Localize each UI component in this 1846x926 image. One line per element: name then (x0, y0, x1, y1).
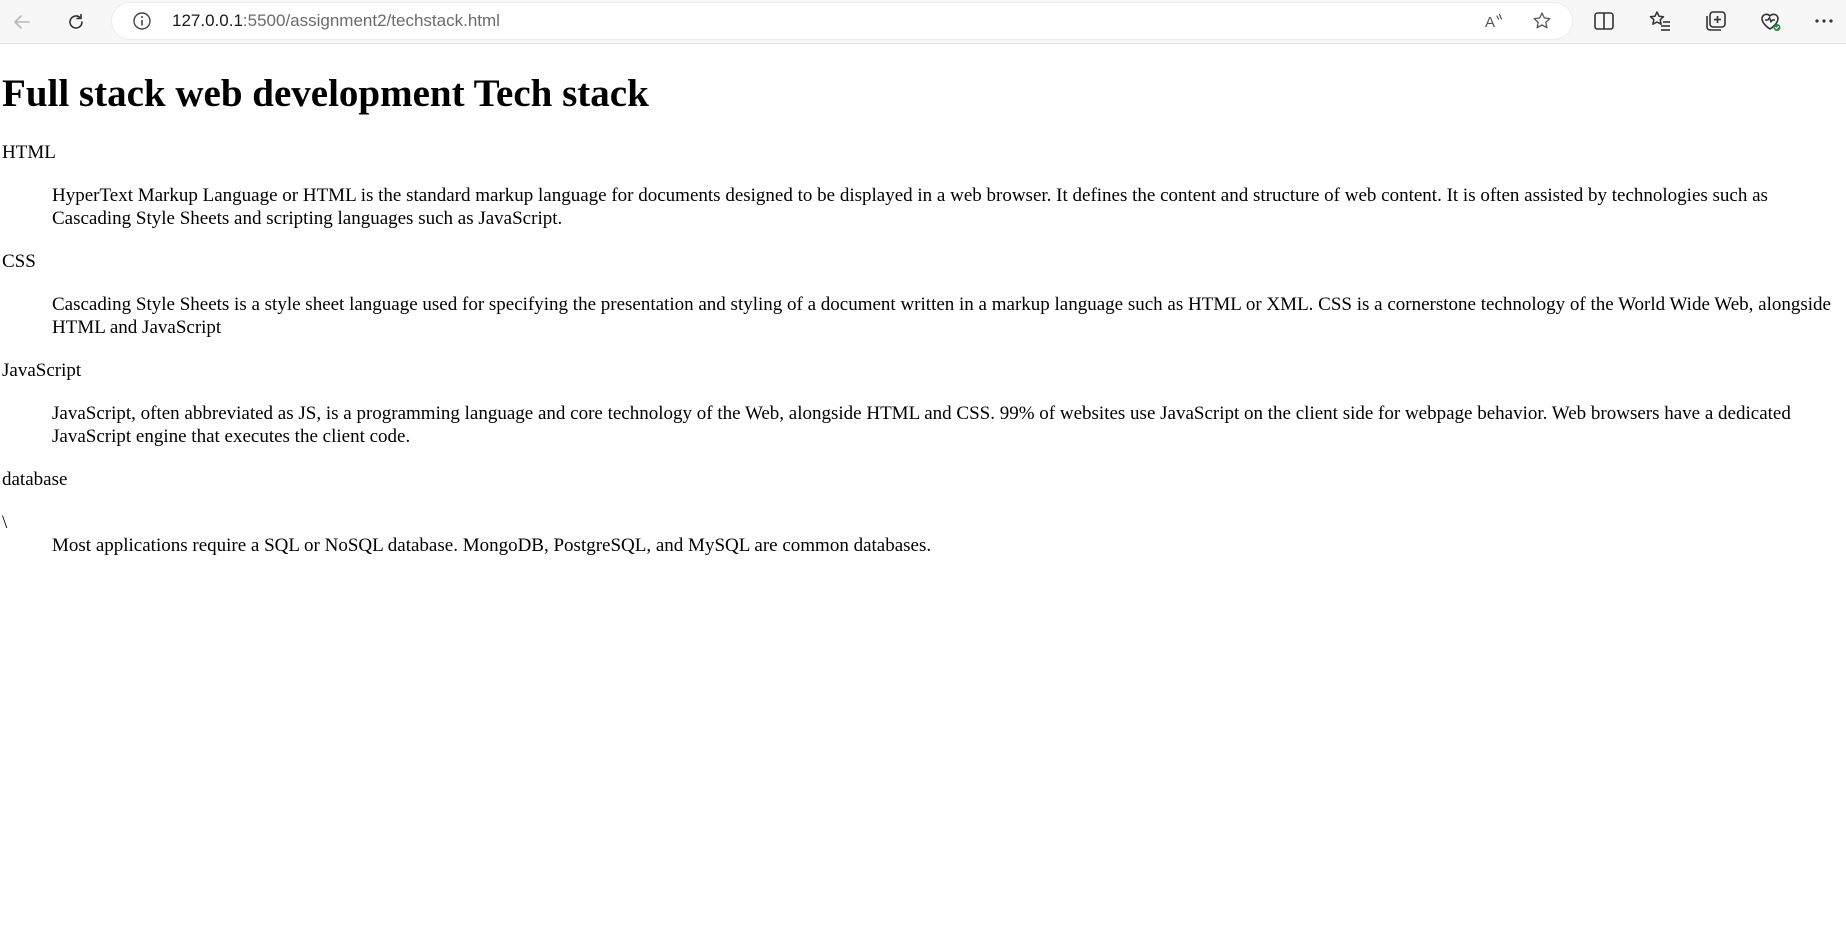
address-bar[interactable]: 127.0.0.1:5500/assignment2/techstack.htm… (112, 3, 1572, 39)
browser-essentials-icon[interactable] (1758, 9, 1782, 33)
star-icon[interactable] (1532, 11, 1552, 31)
info-icon[interactable] (132, 11, 152, 31)
url-host: 127.0.0.1 (172, 11, 243, 30)
back-button[interactable] (6, 6, 38, 38)
collections-icon[interactable] (1704, 9, 1728, 33)
definition-css: Cascading Style Sheets is a style sheet … (52, 294, 1831, 338)
more-icon[interactable] (1812, 9, 1836, 33)
term-html: HTML (2, 142, 56, 163)
favorites-list-icon[interactable] (1648, 9, 1672, 33)
split-screen-icon[interactable] (1592, 9, 1616, 33)
refresh-icon (69, 13, 83, 29)
definition-database: Most applications require a SQL or NoSQL… (52, 535, 932, 556)
url-path: :5500/assignment2/techstack.html (242, 11, 500, 30)
url-text[interactable]: 127.0.0.1:5500/assignment2/techstack.htm… (172, 11, 500, 31)
arrow-left-icon (14, 15, 30, 29)
term-css: CSS (2, 251, 36, 272)
term-database: database (2, 469, 68, 490)
page-title: Full stack web development Tech stack (2, 72, 649, 115)
stray-backslash: \ (2, 512, 8, 533)
tech-stack-list: HTML HyperText Markup Language or HTML i… (2, 141, 1844, 557)
definition-javascript: JavaScript, often abbreviated as JS, is … (52, 403, 1791, 447)
page-content: Full stack web development Tech stack HT… (0, 71, 1846, 557)
refresh-button[interactable] (60, 6, 92, 38)
term-javascript: JavaScript (2, 360, 82, 381)
definition-html: HyperText Markup Language or HTML is the… (52, 185, 1768, 229)
browser-toolbar: 127.0.0.1:5500/assignment2/techstack.htm… (0, 0, 1846, 44)
read-aloud-icon[interactable]: A (1484, 11, 1504, 31)
svg-text:A: A (1485, 14, 1495, 31)
